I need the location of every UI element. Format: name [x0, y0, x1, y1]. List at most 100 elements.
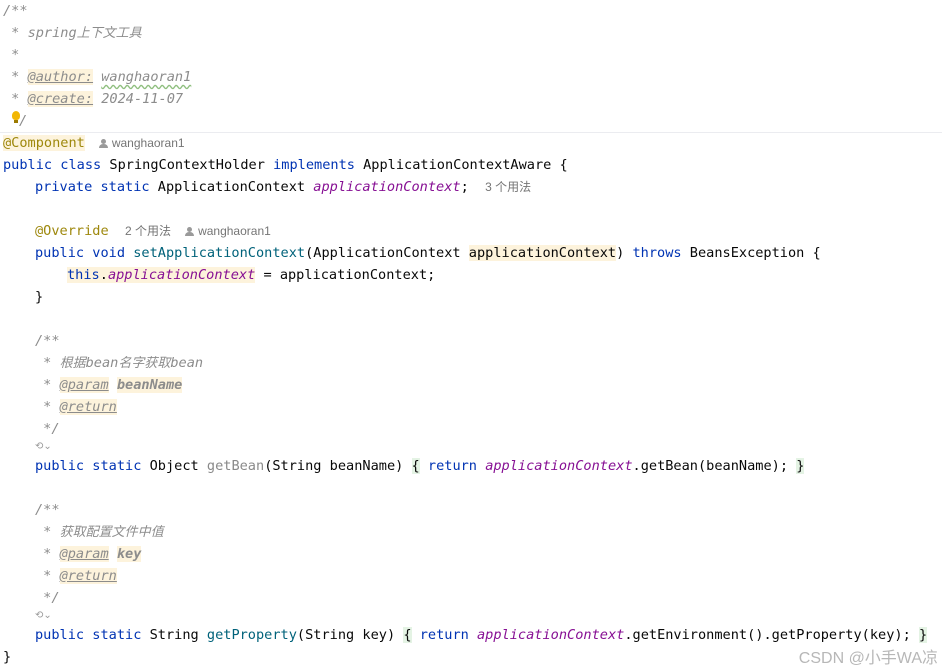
field-ref[interactable]: applicationContext — [477, 627, 624, 643]
render-doc-icon[interactable]: ⟲⌄ — [35, 609, 57, 623]
method-params: (String key) — [296, 627, 404, 643]
author-tag[interactable]: @author: — [27, 69, 94, 85]
method-modifiers: public static — [35, 458, 142, 474]
doc-close: */ — [35, 421, 60, 437]
doc-close: */ — [35, 590, 60, 606]
param-tag[interactable]: @param — [59, 377, 109, 393]
class-decl-line: public class SpringContextHolder impleme… — [3, 154, 568, 176]
doc-author-line: * @author: wanghaoran1 — [3, 66, 191, 88]
override-line: @Override 2 个用法 wanghaoran1 — [35, 220, 271, 242]
getprop-decl: public static String getProperty(String … — [35, 624, 928, 646]
doc-blank-line: * — [3, 47, 20, 63]
watermark: CSDN @小手WA凉 — [798, 650, 938, 667]
doc-desc-latin: bean — [170, 355, 204, 371]
doc-close: / — [19, 113, 28, 129]
field-ref[interactable]: applicationContext — [485, 458, 632, 474]
component-annotation[interactable]: @Component — [3, 135, 85, 151]
usages-hint[interactable]: 2 个用法 — [125, 224, 171, 238]
doc-star: * — [3, 69, 28, 85]
return-tag[interactable]: @return — [59, 568, 117, 584]
field-semicolon: ; — [460, 179, 469, 195]
this-keyword: this — [67, 267, 100, 283]
method-name[interactable]: setApplicationContext — [133, 245, 305, 261]
render-doc-icon[interactable]: ⟲⌄ — [35, 440, 57, 454]
dot: . — [99, 267, 108, 283]
throws-keyword: throws — [632, 245, 682, 261]
class-annotation-line: @Component wanghaoran1 — [3, 132, 185, 154]
param-name[interactable]: applicationContext — [468, 245, 617, 261]
method-name[interactable]: getProperty — [207, 627, 297, 643]
doc-summary-line: * spring上下文工具 — [3, 22, 142, 44]
doc-open: /** — [35, 333, 60, 349]
create-value: 2024-11-07 — [101, 91, 184, 107]
method-modifiers: public void — [35, 245, 126, 261]
this-field-ref[interactable]: this.applicationContext — [67, 267, 256, 283]
doc-desc-cjk: 根据 — [59, 356, 86, 371]
implements-keyword: implements — [273, 157, 355, 173]
author-value: wanghaoran1 — [101, 69, 192, 85]
doc-star: * — [35, 524, 60, 540]
doc-desc-cjk: 名字获取 — [118, 356, 171, 371]
return-keyword: return — [419, 627, 469, 643]
getprop-doc-desc: * 获取配置文件中值 — [35, 521, 164, 543]
field-modifiers: private static — [35, 179, 150, 195]
doc-star: * — [3, 25, 28, 41]
doc-star: * — [35, 377, 60, 393]
getbean-doc-param: * @param beanName — [35, 374, 183, 396]
doc-star: * — [35, 568, 60, 584]
class-close: } — [3, 649, 12, 665]
field-line: private static ApplicationContext applic… — [35, 176, 531, 198]
doc-star: * — [35, 546, 60, 562]
doc-star: * — [3, 91, 28, 107]
method-modifiers: public static — [35, 627, 142, 643]
getbean-doc-return: * @return — [35, 396, 117, 418]
open-brace: { — [411, 458, 420, 474]
author-hint[interactable]: wanghaoran1 — [198, 224, 271, 238]
doc-open: /** — [35, 502, 60, 518]
method-call: .getBean(beanName); — [632, 458, 789, 474]
param-tag[interactable]: @param — [59, 546, 109, 562]
getbean-doc-desc: * 根据bean名字获取bean — [35, 352, 203, 374]
close-brace: } — [796, 458, 805, 474]
doc-desc-cjk: 获取配置文件中值 — [59, 525, 164, 540]
create-tag[interactable]: @create: — [27, 91, 94, 107]
doc-open: /** — [3, 3, 28, 19]
field-usages-hint[interactable]: 3 个用法 — [485, 180, 531, 194]
interface-name[interactable]: ApplicationContextAware { — [355, 157, 568, 173]
override-annotation: @Override — [35, 223, 109, 239]
param-open: (ApplicationContext — [305, 245, 469, 261]
return-keyword: return — [427, 458, 477, 474]
method-name[interactable]: getBean — [207, 458, 264, 474]
getbean-decl: public static Object getBean(String bean… — [35, 455, 805, 477]
method-call: .getEnvironment().getProperty(key); — [624, 627, 911, 643]
doc-summary-cjk: 上下文工具 — [76, 26, 142, 41]
doc-star: * — [35, 355, 60, 371]
field-ref: applicationContext — [107, 267, 256, 283]
doc-create-line: * @create: 2024-11-07 — [3, 88, 183, 110]
decl-keyword: public class — [3, 157, 102, 173]
doc-desc-latin: bean — [85, 355, 119, 371]
return-type[interactable]: String — [141, 627, 206, 643]
return-tag[interactable]: @return — [59, 399, 117, 415]
assign-expr: = applicationContext; — [255, 267, 436, 283]
author-hint[interactable]: wanghaoran1 — [112, 136, 185, 150]
open-brace: { — [403, 627, 412, 643]
param-name[interactable]: beanName — [116, 377, 183, 393]
param-close: ) — [616, 245, 633, 261]
method-close: } — [35, 289, 44, 305]
getprop-doc-param: * @param key — [35, 543, 142, 565]
assign-line: this.applicationContext = applicationCon… — [67, 264, 435, 286]
return-type[interactable]: Object — [141, 458, 206, 474]
doc-summary-latin: spring — [27, 25, 77, 41]
doc-star: * — [35, 399, 60, 415]
field-type[interactable]: ApplicationContext — [150, 179, 314, 195]
field-name[interactable]: applicationContext — [313, 179, 460, 195]
set-method-decl: public void setApplicationContext(Applic… — [35, 242, 821, 264]
class-name[interactable]: SpringContextHolder — [101, 157, 273, 173]
param-name[interactable]: key — [116, 546, 142, 562]
exception-type[interactable]: BeansException { — [682, 245, 821, 261]
user-icon — [98, 139, 108, 148]
close-brace: } — [918, 627, 928, 643]
user-icon — [185, 227, 195, 236]
getprop-doc-return: * @return — [35, 565, 117, 587]
